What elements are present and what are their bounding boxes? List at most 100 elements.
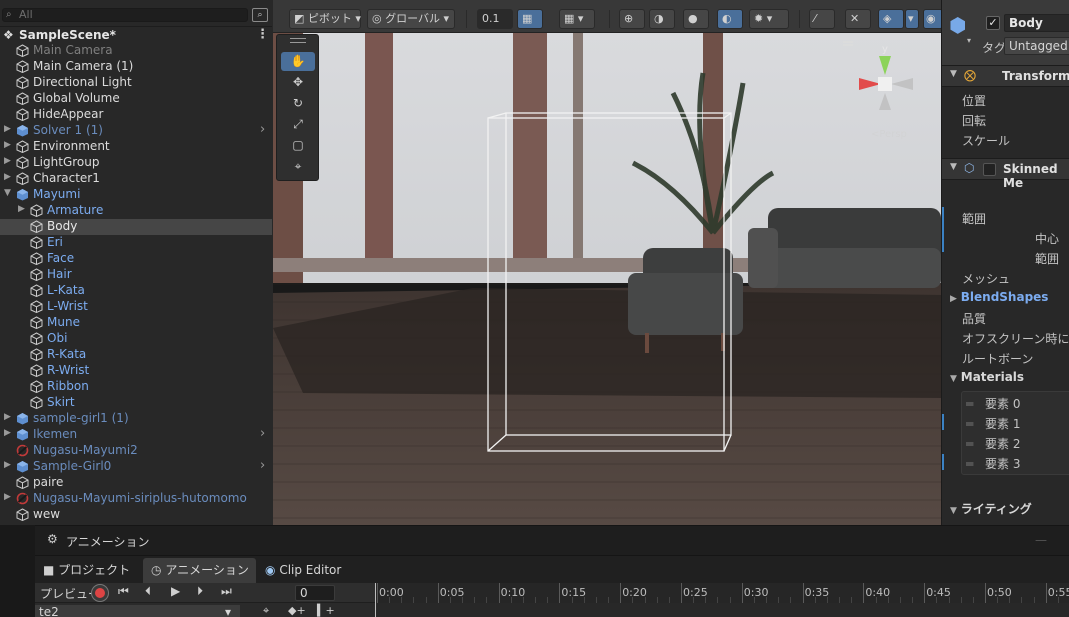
hierarchy-item[interactable]: Eri xyxy=(0,235,272,251)
preview-button[interactable]: プレビュー xyxy=(40,585,100,602)
hierarchy-item[interactable]: Body xyxy=(0,219,272,235)
lighting-row[interactable]: ▼ ライティング xyxy=(950,500,1069,517)
rect-tool-icon[interactable]: ▢ xyxy=(281,136,315,155)
hierarchy-item[interactable]: L-Kata xyxy=(0,283,272,299)
scene-view[interactable] xyxy=(273,0,941,525)
hierarchy-item[interactable]: L-Wrist xyxy=(0,299,272,315)
enabled-checkbox[interactable] xyxy=(983,163,996,176)
prev-key-icon[interactable]: ⏴ xyxy=(145,584,151,599)
overlay-grip-icon[interactable] xyxy=(290,38,306,43)
hierarchy-item[interactable]: ▶ Sample-Girl0 › xyxy=(0,458,272,475)
frame-field[interactable]: 0 xyxy=(295,585,335,601)
open-prefab-icon[interactable]: › xyxy=(260,426,265,441)
material-element-row[interactable]: ═ 要素 3 xyxy=(966,455,1069,472)
hierarchy-search-input[interactable]: ⌕ All xyxy=(2,8,248,22)
add-keyframe-icon[interactable]: ◆+ xyxy=(288,604,306,617)
kebab-menu-icon[interactable]: ⋮ xyxy=(256,27,269,42)
hierarchy-item[interactable]: Ribbon xyxy=(0,379,272,395)
grid-toggle-icon[interactable]: ▦ ▾ xyxy=(559,9,595,29)
expand-arrow-icon[interactable]: ▶ xyxy=(4,124,11,134)
hierarchy-item[interactable]: ▶ Solver 1 (1) › xyxy=(0,122,272,139)
animation-titlebar[interactable]: ⚙ アニメーション — xyxy=(35,526,1069,555)
hierarchy-item[interactable]: ▶ sample-girl1 (1) xyxy=(0,411,272,427)
drag-handle-icon[interactable]: ═ xyxy=(966,397,977,411)
hierarchy-item[interactable]: Nugasu-Mayumi2 xyxy=(0,443,272,459)
first-key-icon[interactable]: ⏮ xyxy=(118,584,129,599)
drag-handle-icon[interactable]: ═ xyxy=(966,437,977,451)
play-icon[interactable]: ▶ xyxy=(171,584,180,598)
tag-dropdown[interactable]: Untagged xyxy=(1004,37,1069,55)
materials-row[interactable]: ▼ Materials xyxy=(950,370,1069,384)
hierarchy-item[interactable]: Face xyxy=(0,251,272,267)
wireframe-sphere-icon[interactable]: ● xyxy=(683,9,709,29)
timeline-ruler[interactable]: 0:00 0:05 0:10 0:15 0:20 0:25 0:30 0:35 0:40 0:45… xyxy=(375,583,1069,617)
hierarchy-item[interactable]: R-Wrist xyxy=(0,363,272,379)
hierarchy-item[interactable]: Mune xyxy=(0,315,272,331)
icon-dropdown-icon[interactable]: ▾ xyxy=(967,36,971,45)
object-name-field[interactable]: Body xyxy=(1004,14,1069,32)
expand-arrow-icon[interactable]: ▶ xyxy=(4,492,11,502)
snap-increment-field[interactable]: 0.1 xyxy=(477,9,513,29)
hierarchy-item[interactable]: Hair xyxy=(0,267,272,283)
material-element-row[interactable]: ═ 要素 1 xyxy=(966,415,1069,432)
window-menu-icon[interactable]: — xyxy=(1035,533,1047,547)
hierarchy-item[interactable]: Global Volume xyxy=(0,91,272,107)
last-key-icon[interactable]: ⏭ xyxy=(221,584,232,599)
hierarchy-item[interactable]: ▶ Character1 xyxy=(0,171,272,187)
audio-toggle-icon[interactable]: ✕ xyxy=(845,9,871,29)
scale-tool-icon[interactable]: ⤢ xyxy=(281,115,315,134)
blendshapes-row[interactable]: ▶ BlendShapes xyxy=(950,290,1069,304)
expand-arrow-icon[interactable]: ▶ xyxy=(4,460,11,470)
transform-header[interactable]: ▼ ⨂ Transform xyxy=(942,65,1069,87)
search-filter-icon[interactable]: ⌕ xyxy=(252,8,268,22)
shading-mode-icon[interactable]: ◑ xyxy=(649,9,675,29)
expand-arrow-icon[interactable]: ▶ xyxy=(18,204,25,214)
open-prefab-icon[interactable]: › xyxy=(260,458,265,473)
layers-icon[interactable]: ◈ xyxy=(878,9,904,29)
drag-handle-icon[interactable]: ═ xyxy=(966,457,977,471)
material-element-row[interactable]: ═ 要素 2 xyxy=(966,435,1069,452)
visibility-icon[interactable]: ◉ xyxy=(923,9,943,29)
keyframe-filter-icon[interactable]: ⌖ xyxy=(263,604,269,617)
expand-arrow-icon[interactable]: ▶ xyxy=(4,140,11,150)
lit-sphere-icon[interactable]: ◐ xyxy=(717,9,743,29)
expand-arrow-icon[interactable]: ▶ xyxy=(4,412,11,422)
pivot-dropdown[interactable]: ◩ ピボット ▾ xyxy=(289,9,361,29)
transform-tool-icon[interactable]: ⌖ xyxy=(281,157,315,176)
add-event-icon[interactable]: ▍+ xyxy=(317,604,335,617)
hierarchy-item[interactable]: Main Camera (1) xyxy=(0,59,272,75)
hierarchy-item[interactable]: R-Kata xyxy=(0,347,272,363)
hierarchy-item[interactable]: Main Camera xyxy=(0,43,272,59)
hierarchy-item[interactable]: ▶ Nugasu-Mayumi-siriplus-hutomomo xyxy=(0,491,272,507)
open-prefab-icon[interactable]: › xyxy=(260,122,265,137)
clip-dropdown[interactable]: te2 ▾ xyxy=(35,605,240,617)
gameobject-cube-icon[interactable]: ⬢ xyxy=(949,14,973,36)
move-tool-icon[interactable]: ✥ xyxy=(281,73,315,92)
scene-viewport[interactable] xyxy=(273,33,941,525)
active-checkbox[interactable]: ✓ xyxy=(986,16,1000,30)
rotate-tool-icon[interactable]: ↻ xyxy=(281,94,315,113)
expand-arrow-icon[interactable]: ▶ xyxy=(4,172,11,182)
layers-dropdown-icon[interactable]: ▾ xyxy=(905,9,919,29)
debug-draw-icon[interactable]: ✹ ▾ xyxy=(749,9,789,29)
hierarchy-item[interactable]: ▼ Mayumi xyxy=(0,187,272,203)
hierarchy-item[interactable]: wew xyxy=(0,507,272,523)
lighting-toggle-icon[interactable]: ⁄ xyxy=(809,9,835,29)
material-element-row[interactable]: ═ 要素 0 xyxy=(966,395,1069,412)
hierarchy-item[interactable]: Directional Light xyxy=(0,75,272,91)
hierarchy-item[interactable]: Obi xyxy=(0,331,272,347)
orientation-gizmo-icon[interactable]: ⊕ xyxy=(619,9,645,29)
hand-tool-icon[interactable]: ✋ xyxy=(281,52,315,71)
hierarchy-item[interactable]: ▶ Environment xyxy=(0,139,272,155)
grid-snap-icon[interactable]: ▦ xyxy=(517,9,543,29)
collapse-arrow-icon[interactable]: ▼ xyxy=(4,188,11,198)
playhead[interactable] xyxy=(375,583,376,617)
orientation-gizmo[interactable]: y <Persp xyxy=(843,40,933,140)
record-button[interactable] xyxy=(92,585,108,601)
hierarchy-item[interactable]: ▶ LightGroup xyxy=(0,155,272,171)
hierarchy-item[interactable]: paire xyxy=(0,475,272,491)
skinned-mesh-header[interactable]: ▼ ⬡ Skinned Me xyxy=(942,158,1069,190)
drag-handle-icon[interactable]: ═ xyxy=(966,417,977,431)
hierarchy-item[interactable]: Skirt xyxy=(0,395,272,411)
hierarchy-item[interactable]: ▶ Ikemen › xyxy=(0,426,272,443)
